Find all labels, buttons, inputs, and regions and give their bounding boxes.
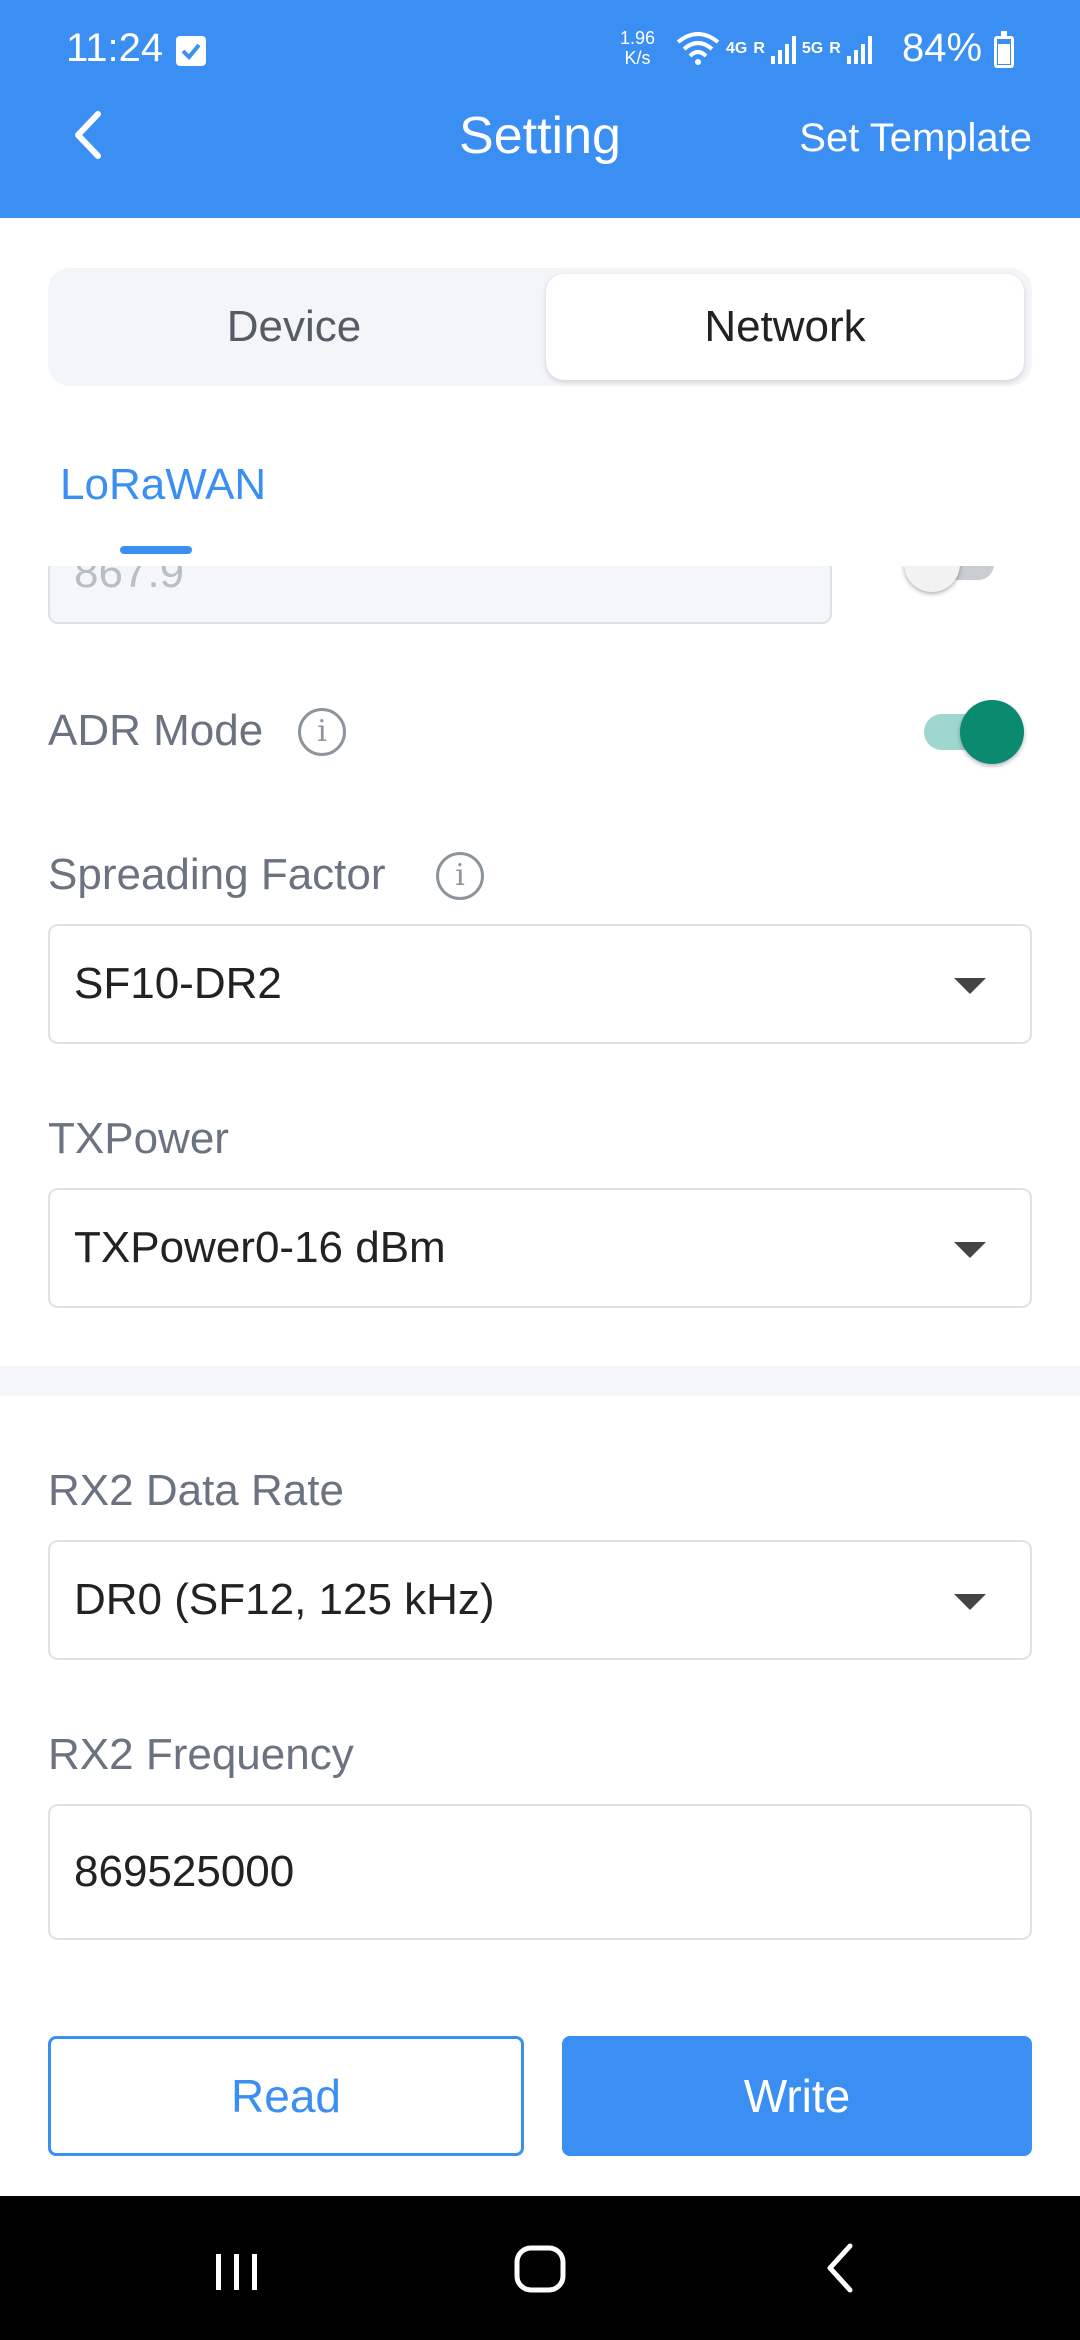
frequency-toggle[interactable] xyxy=(904,566,994,592)
tab-network[interactable]: Network xyxy=(546,274,1024,380)
txpower-select[interactable]: TXPower0-16 dBm xyxy=(48,1188,1032,1308)
app-header: 11:24 1.96 K/s 4G R 5G R 84% Setting Set… xyxy=(0,0,1080,218)
status-time: 11:24 xyxy=(66,26,164,70)
adr-mode-toggle[interactable] xyxy=(924,700,1024,764)
caret-down-icon xyxy=(954,1594,986,1610)
section-divider xyxy=(0,1366,1080,1396)
rx2-frequency-input[interactable]: 869525000 xyxy=(48,1804,1032,1940)
read-button[interactable]: Read xyxy=(48,2036,524,2156)
back-arrow-icon xyxy=(827,2243,853,2293)
caret-down-icon xyxy=(954,1242,986,1258)
rx2-data-rate-select[interactable]: DR0 (SF12, 125 kHz) xyxy=(48,1540,1032,1660)
info-icon[interactable]: i xyxy=(298,708,346,756)
network-speed: 1.96 K/s xyxy=(620,28,655,68)
tab-device[interactable]: Device xyxy=(54,274,534,380)
toggle-knob xyxy=(904,566,960,592)
system-nav-bar xyxy=(0,2196,1080,2340)
rx2-data-rate-value: DR0 (SF12, 125 kHz) xyxy=(74,1575,495,1624)
network-4g-label: 4G xyxy=(726,40,748,57)
signal-2-icon xyxy=(846,34,872,64)
roaming-label: R xyxy=(753,40,765,57)
battery-icon xyxy=(994,31,1014,68)
home-icon xyxy=(514,2245,566,2293)
recent-apps-button[interactable] xyxy=(196,2232,276,2304)
settings-scroll-area[interactable]: 867.9 ADR Mode i Spreading Factor i SF10… xyxy=(0,566,1080,2200)
set-template-button[interactable]: Set Template xyxy=(799,116,1032,161)
speed-unit: K/s xyxy=(624,48,651,68)
system-back-button[interactable] xyxy=(800,2232,880,2304)
spreading-factor-label: Spreading Factor xyxy=(48,850,386,899)
spreading-factor-value: SF10-DR2 xyxy=(74,959,282,1008)
spreading-factor-select[interactable]: SF10-DR2 xyxy=(48,924,1032,1044)
wifi-icon xyxy=(676,32,720,65)
frequency-field[interactable]: 867.9 xyxy=(48,566,832,624)
frequency-field-value: 867.9 xyxy=(74,566,185,597)
tab-indicator xyxy=(120,546,192,554)
rx2-frequency-label: RX2 Frequency xyxy=(48,1730,354,1779)
rx2-frequency-value: 869525000 xyxy=(74,1847,295,1896)
signal-1-icon xyxy=(770,34,796,64)
home-button[interactable] xyxy=(500,2232,580,2304)
txpower-label: TXPower xyxy=(48,1114,229,1163)
segmented-tabs: Device Network xyxy=(48,268,1032,386)
roaming-label-2: R xyxy=(829,40,841,57)
tab-lorawan[interactable]: LoRaWAN xyxy=(60,460,266,510)
txpower-value: TXPower0-16 dBm xyxy=(74,1223,446,1272)
battery-percent: 84% xyxy=(902,26,983,70)
speed-value: 1.96 xyxy=(620,28,656,48)
info-icon[interactable]: i xyxy=(436,852,484,900)
checkbox-notification-icon xyxy=(176,36,206,66)
recent-apps-icon xyxy=(216,2254,257,2290)
toggle-knob xyxy=(960,700,1024,764)
write-button[interactable]: Write xyxy=(562,2036,1032,2156)
network-5g-label: 5G xyxy=(801,40,824,57)
rx2-data-rate-label: RX2 Data Rate xyxy=(48,1466,344,1515)
adr-mode-label: ADR Mode xyxy=(48,706,264,755)
caret-down-icon xyxy=(954,978,986,994)
status-icons: 4G R 5G R xyxy=(676,32,872,66)
